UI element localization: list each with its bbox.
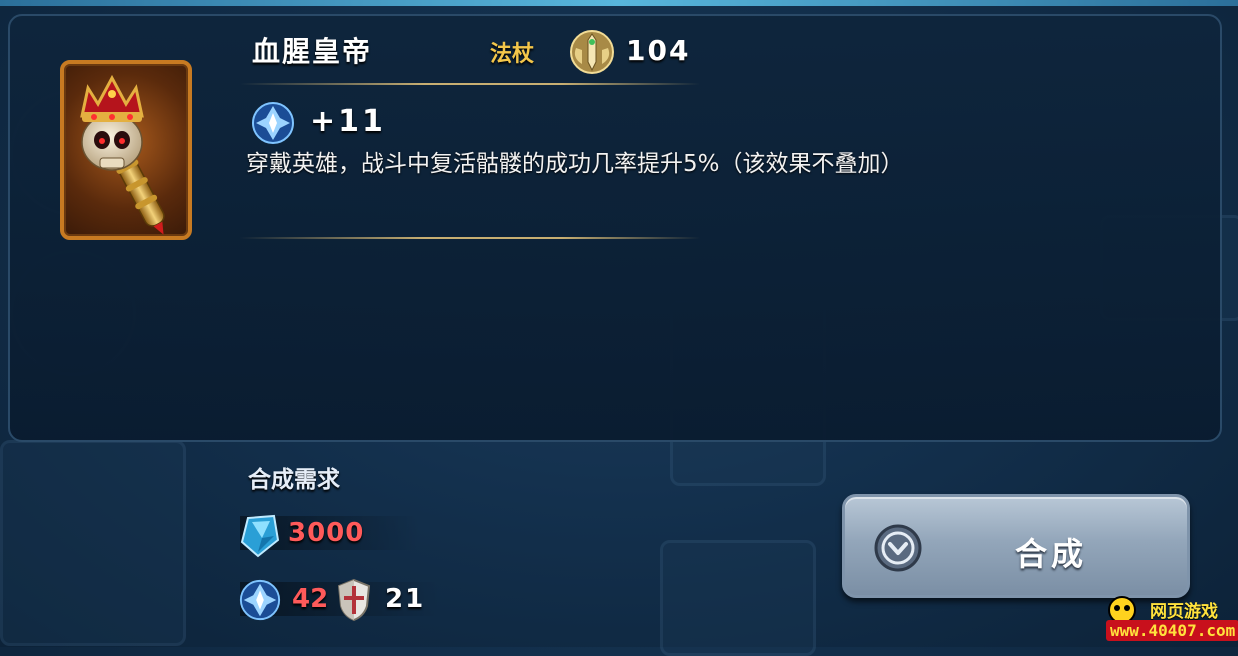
gem-cost-value: 3000 — [288, 518, 365, 548]
shield-icon — [337, 578, 371, 622]
shield-count-value: 21 — [385, 584, 426, 614]
top-border — [0, 0, 1238, 6]
skull-scepter-icon — [80, 74, 165, 235]
bg-card-decoration — [660, 540, 816, 656]
bg-card-decoration — [0, 440, 186, 646]
watermark-url: www.40407.com — [1106, 620, 1238, 641]
watermark-title: 网页游戏 — [1150, 602, 1218, 622]
craft-button-label: 合成 — [1015, 535, 1088, 573]
blue-gem-icon — [240, 514, 280, 558]
item-portrait — [60, 60, 192, 240]
item-description: 穿戴英雄，战斗中复活骷髅的成功几率提升5%（该效果不叠加） — [246, 151, 904, 177]
item-power-value: 104 — [626, 34, 691, 67]
item-category: 法杖 — [490, 42, 535, 67]
emblem-count-value: 42 — [292, 584, 329, 614]
item-stat-value: +11 — [310, 104, 386, 139]
description-divider — [240, 237, 700, 239]
magic-crest-icon — [252, 102, 294, 144]
magic-crest-icon — [239, 579, 281, 621]
sword-emblem-icon — [570, 30, 614, 74]
chevron-circle-icon — [874, 524, 922, 572]
item-name: 血腥皇帝 — [252, 35, 373, 68]
title-divider — [240, 83, 700, 85]
craft-button[interactable]: 合成 — [842, 494, 1190, 598]
requirements-title: 合成需求 — [248, 467, 340, 493]
